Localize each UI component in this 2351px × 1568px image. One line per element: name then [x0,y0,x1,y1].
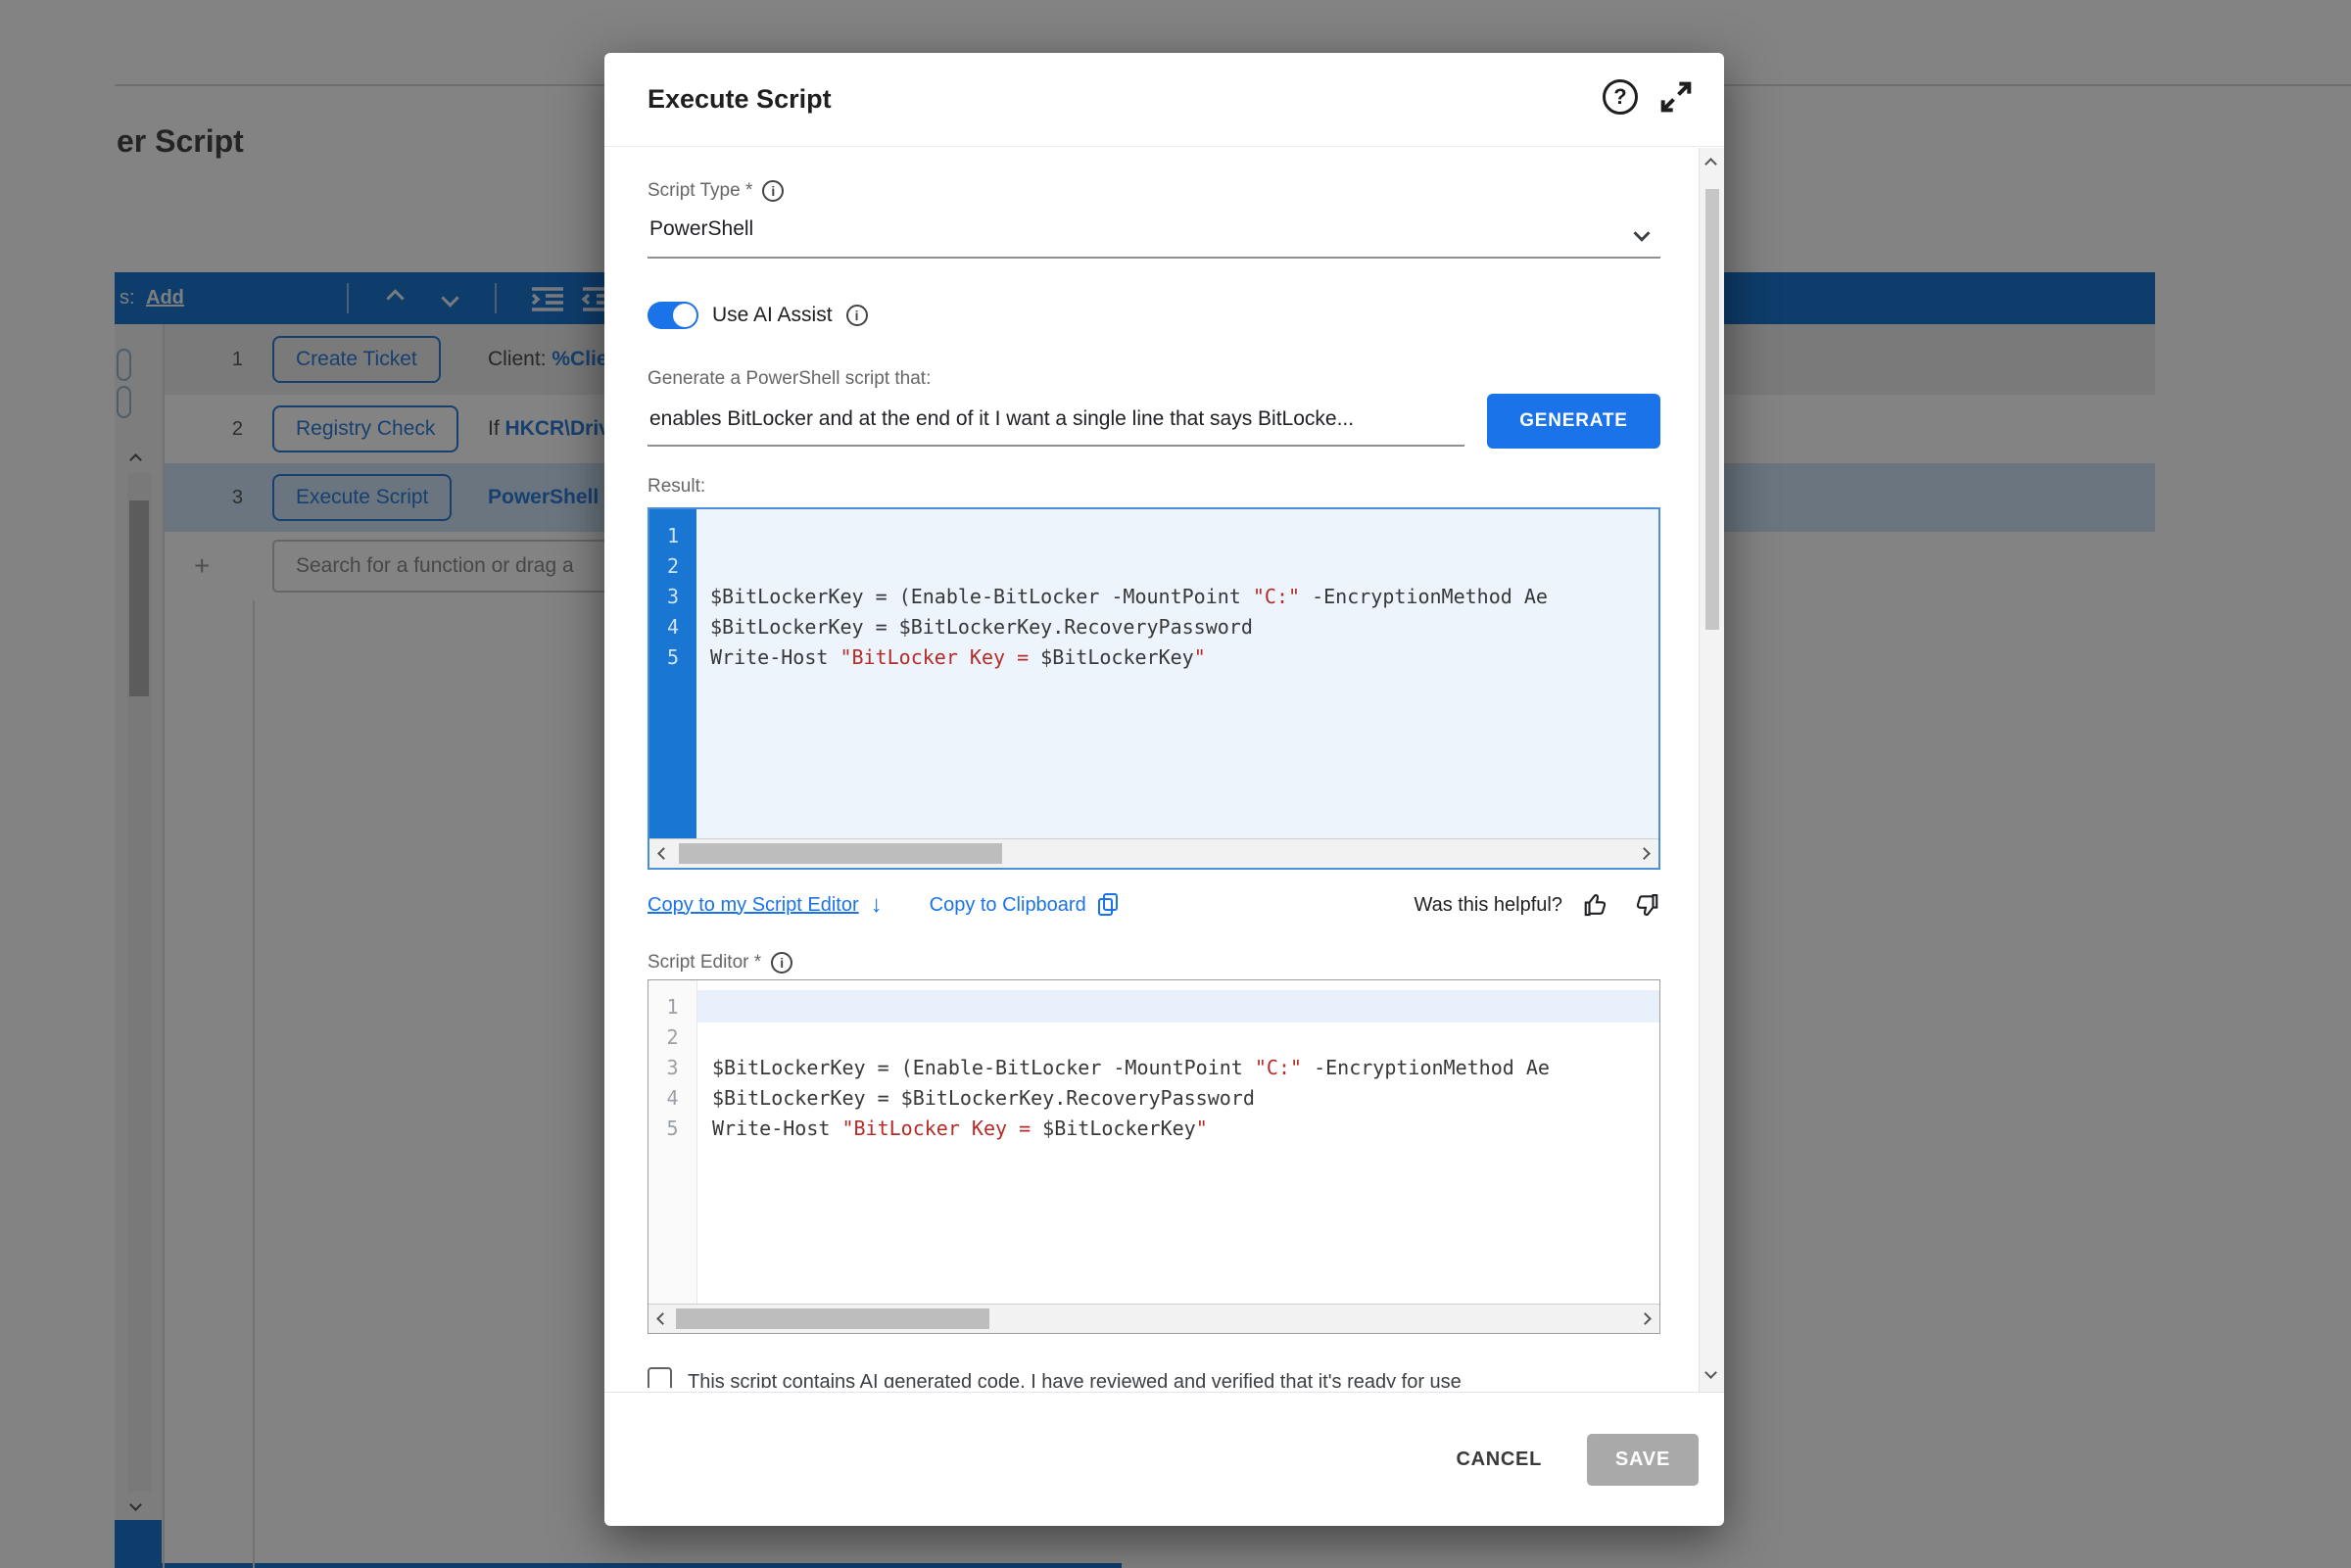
scroll-left-arrow[interactable] [656,1312,669,1325]
help-icon[interactable]: ? [1603,79,1638,115]
select-underline [648,257,1660,259]
dialog-scrollbar[interactable] [1699,148,1724,1392]
scroll-right-arrow[interactable] [1639,1312,1652,1325]
ai-assist-row: Use AI Assist i [648,302,868,329]
dialog-scrollbar-thumb[interactable] [1705,189,1719,630]
scrollbar-thumb[interactable] [676,1308,989,1329]
dialog-header: Execute Script ? [604,53,1724,147]
chevron-down-icon[interactable] [1627,221,1656,256]
line-number-gutter: 12 34 5 [648,980,697,1304]
info-icon[interactable]: i [762,180,784,202]
expand-icon[interactable] [1656,77,1696,117]
scroll-right-arrow[interactable] [1638,847,1651,860]
code-content: $BitLockerKey = (Enable-BitLocker -Mount… [698,980,1659,1304]
info-icon[interactable]: i [771,952,792,974]
scroll-up-arrow[interactable] [1704,158,1717,170]
screen: er Script s: Add [0,0,2351,1568]
ai-code-confirm-row: This script contains AI generated code. … [648,1367,1660,1388]
ai-assist-toggle[interactable] [648,302,698,329]
result-label: Result: [648,476,705,498]
generate-prompt-input[interactable]: enables BitLocker and at the end of it I… [649,407,1463,431]
ai-code-confirm-checkbox[interactable] [648,1367,672,1388]
thumbs-down-icon[interactable] [1631,890,1660,920]
script-type-select[interactable]: PowerShell [649,217,753,241]
helpful-label: Was this helpful? [1414,894,1562,917]
copy-to-clipboard-link[interactable]: Copy to Clipboard [930,894,1086,917]
info-icon[interactable]: i [846,305,868,326]
save-button[interactable]: SAVE [1587,1434,1699,1486]
copy-icon [1098,893,1118,917]
execute-script-dialog: Execute Script ? Script Type * i PowerSh [604,53,1724,1526]
dialog-footer: CANCEL SAVE [604,1392,1724,1526]
toggle-knob [673,304,696,327]
line-number-gutter: 12 34 5 [649,509,696,838]
horizontal-scrollbar[interactable] [649,838,1658,868]
generate-prompt-label: Generate a PowerShell script that: [648,368,931,390]
ai-assist-label: Use AI Assist [712,304,833,327]
input-underline [648,445,1464,447]
scroll-down-arrow[interactable] [1704,1366,1717,1379]
result-actions: Copy to my Script Editor ↓ Copy to Clipb… [648,887,1660,923]
dialog-title: Execute Script [648,84,832,115]
thumbs-up-icon[interactable] [1582,890,1611,920]
copy-to-editor-link[interactable]: Copy to my Script Editor [648,894,859,917]
scroll-left-arrow[interactable] [657,847,670,860]
down-arrow-icon: ↓ [871,891,883,919]
script-editor-label: Script Editor * i [648,952,792,974]
generate-button[interactable]: GENERATE [1487,394,1660,449]
code-content: $BitLockerKey = (Enable-BitLocker -Mount… [696,509,1658,838]
script-type-label: Script Type * i [648,180,784,202]
cancel-button[interactable]: CANCEL [1450,1448,1548,1472]
result-code-viewer[interactable]: 12 34 5 $BitLockerKey = (Enable-BitLocke… [648,507,1660,870]
scrollbar-thumb[interactable] [679,843,1002,864]
ai-code-confirm-label: This script contains AI generated code. … [688,1367,1462,1388]
script-editor-input[interactable]: 12 34 5 $BitLockerKey = (Enable-BitLocke… [648,979,1660,1334]
horizontal-scrollbar[interactable] [648,1304,1659,1333]
